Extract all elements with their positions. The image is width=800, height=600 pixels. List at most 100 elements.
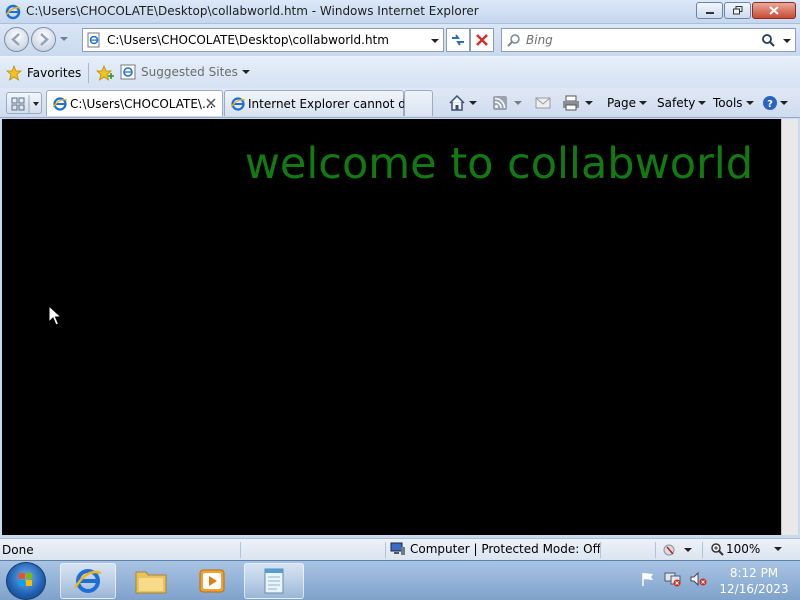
security-zone[interactable]: Computer | Protected Mode: Off bbox=[390, 542, 601, 556]
maximize-button[interactable] bbox=[724, 2, 751, 19]
forward-button[interactable] bbox=[31, 27, 56, 52]
window-controls bbox=[695, 2, 796, 20]
vertical-scrollbar[interactable] bbox=[781, 119, 798, 535]
search-icon[interactable] bbox=[761, 33, 775, 47]
suggested-sites-button[interactable]: Suggested Sites bbox=[120, 64, 250, 80]
page-content: welcome to collabworld bbox=[2, 119, 781, 535]
help-button[interactable]: ? bbox=[762, 93, 790, 113]
print-button[interactable] bbox=[562, 93, 596, 113]
safety-menu[interactable]: Safety bbox=[657, 93, 709, 113]
stop-button[interactable] bbox=[470, 28, 494, 52]
print-icon bbox=[563, 95, 579, 111]
ie-page-icon bbox=[120, 64, 136, 80]
refresh-button[interactable] bbox=[446, 28, 470, 52]
page-menu[interactable]: Page bbox=[607, 93, 650, 113]
new-tab-button[interactable] bbox=[404, 90, 433, 116]
security-zone-label: Computer | Protected Mode: Off bbox=[410, 542, 601, 556]
refresh-icon bbox=[452, 34, 464, 46]
chevron-down-icon bbox=[639, 101, 648, 105]
quick-tabs-icon bbox=[11, 95, 39, 113]
close-window-button[interactable] bbox=[752, 2, 796, 19]
search-options-dropdown-icon[interactable] bbox=[783, 37, 791, 45]
page-menu-label: Page bbox=[607, 96, 637, 110]
close-tab-icon[interactable] bbox=[206, 98, 216, 108]
rss-feed-icon bbox=[493, 96, 507, 110]
windows-logo-icon bbox=[19, 573, 32, 586]
status-text: Done bbox=[2, 543, 34, 557]
clock-time: 8:12 PM bbox=[729, 566, 779, 580]
status-bar: Done Computer | Protected Mode: Off 100% bbox=[0, 538, 800, 560]
chevron-down-icon bbox=[698, 101, 707, 105]
chevron-down-icon bbox=[745, 101, 754, 105]
mouse-pointer-icon bbox=[48, 305, 62, 326]
search-input[interactable]: Bing bbox=[526, 33, 553, 47]
zoom-level: 100% bbox=[726, 542, 761, 556]
system-clock[interactable]: 8:12 PM 12/16/2023 bbox=[714, 565, 794, 597]
tab-error-page[interactable]: Internet Explorer cannot di... bbox=[224, 90, 421, 116]
tab-bar: C:\Users\CHOCOLATE\... Internet Explorer… bbox=[0, 88, 800, 118]
back-arrow-icon bbox=[11, 33, 20, 46]
notepad-icon bbox=[264, 568, 284, 594]
recent-pages-dropdown-icon[interactable] bbox=[60, 35, 68, 43]
tab-label: C:\Users\CHOCOLATE\... bbox=[70, 97, 214, 111]
address-input[interactable]: C:\Users\CHOCOLATE\Desktop\collabworld.h… bbox=[107, 33, 389, 47]
feeds-button[interactable] bbox=[492, 93, 526, 113]
forward-arrow-icon bbox=[40, 33, 49, 46]
page-icon bbox=[87, 32, 100, 48]
ie-page-icon bbox=[52, 97, 68, 111]
divider bbox=[655, 542, 656, 558]
favorites-bar: Favorites Suggested Sites bbox=[0, 56, 800, 88]
divider bbox=[88, 63, 89, 83]
close-icon bbox=[769, 6, 779, 15]
divider bbox=[240, 542, 241, 558]
chevron-down-icon bbox=[514, 101, 522, 105]
popup-blocker-icon[interactable] bbox=[662, 543, 694, 557]
ie-page-icon bbox=[230, 97, 246, 111]
home-button[interactable] bbox=[448, 93, 480, 113]
notification-area bbox=[640, 571, 716, 587]
safety-menu-label: Safety bbox=[657, 96, 696, 110]
page-heading: welcome to collabworld bbox=[244, 139, 753, 189]
favorites-button[interactable]: Favorites bbox=[6, 64, 81, 82]
address-bar[interactable]: C:\Users\CHOCOLATE\Desktop\collabworld.h… bbox=[82, 28, 444, 52]
minimize-icon bbox=[705, 11, 714, 14]
address-dropdown-icon[interactable] bbox=[431, 37, 439, 45]
read-mail-button[interactable] bbox=[535, 93, 551, 113]
chevron-down-icon bbox=[774, 547, 783, 551]
suggested-sites-label: Suggested Sites bbox=[141, 65, 238, 79]
mail-icon bbox=[535, 97, 551, 109]
media-player-icon bbox=[199, 569, 224, 593]
start-button[interactable] bbox=[6, 562, 46, 600]
add-to-favorites-bar-icon[interactable] bbox=[96, 65, 114, 81]
window-title: C:\Users\CHOCOLATE\Desktop\collabworld.h… bbox=[26, 4, 479, 18]
ie-logo-icon bbox=[5, 4, 21, 20]
divider bbox=[702, 542, 703, 558]
computer-icon bbox=[390, 542, 405, 555]
chevron-down-icon bbox=[780, 101, 788, 105]
folder-icon bbox=[135, 571, 166, 594]
volume-muted-icon[interactable] bbox=[690, 571, 708, 587]
tools-menu[interactable]: Tools bbox=[713, 93, 757, 113]
network-disconnected-icon[interactable] bbox=[664, 571, 682, 587]
divider bbox=[385, 542, 386, 558]
divider bbox=[600, 542, 601, 558]
help-icon: ? bbox=[763, 96, 777, 110]
title-bar: C:\Users\CHOCOLATE\Desktop\collabworld.h… bbox=[0, 0, 800, 24]
taskbar-notepad[interactable] bbox=[244, 563, 304, 599]
search-box[interactable]: Bing bbox=[501, 28, 796, 52]
taskbar-internet-explorer[interactable] bbox=[60, 563, 116, 599]
internet-explorer-icon bbox=[73, 569, 102, 593]
zoom-magnifier-icon bbox=[711, 543, 724, 556]
minimize-button[interactable] bbox=[696, 2, 723, 19]
navigation-bar: C:\Users\CHOCOLATE\Desktop\collabworld.h… bbox=[0, 24, 800, 56]
zoom-control[interactable]: 100% bbox=[710, 542, 784, 556]
quick-tabs-button[interactable] bbox=[6, 92, 42, 114]
taskbar-media-player[interactable] bbox=[185, 563, 238, 599]
tab-collabworld[interactable]: C:\Users\CHOCOLATE\... bbox=[46, 90, 223, 116]
favorites-label: Favorites bbox=[27, 66, 82, 80]
action-center-flag-icon[interactable] bbox=[640, 571, 656, 587]
back-button[interactable] bbox=[4, 27, 29, 52]
search-provider-icon bbox=[507, 34, 520, 47]
tools-menu-label: Tools bbox=[713, 96, 743, 110]
taskbar-windows-explorer[interactable] bbox=[124, 563, 177, 599]
